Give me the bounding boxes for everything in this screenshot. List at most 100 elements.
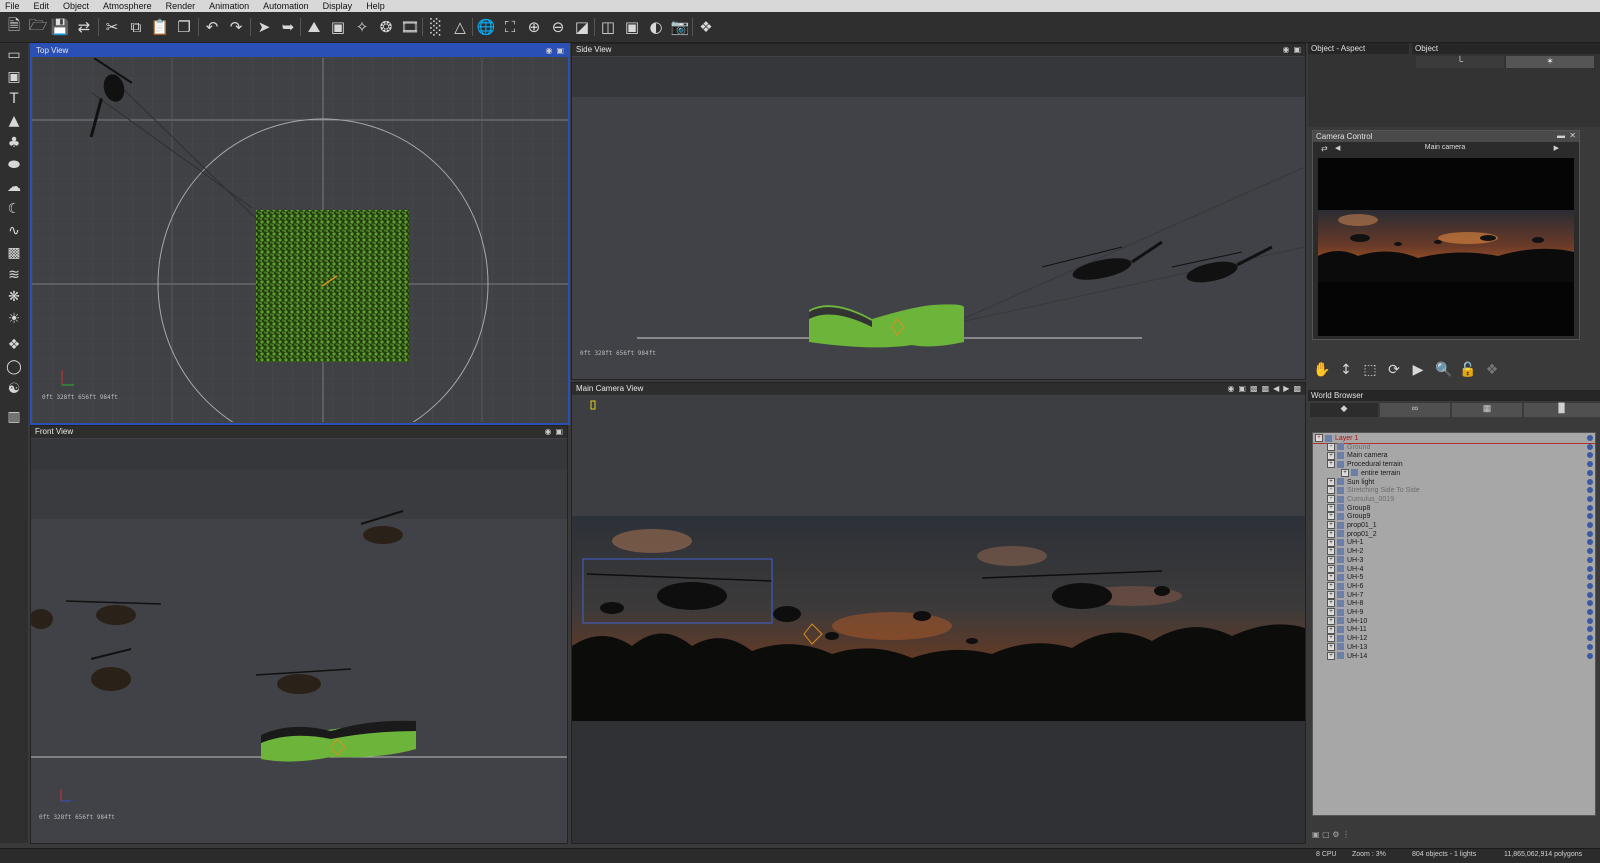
lock-icon[interactable]: 🔓: [1458, 360, 1478, 380]
grid-sphere-icon[interactable]: 🌐: [476, 17, 496, 37]
viewport-render-icon[interactable]: ▣: [556, 45, 564, 57]
rotate-icon[interactable]: ⟳: [1384, 360, 1404, 380]
tree-item[interactable]: + Group9: [1327, 512, 1370, 521]
visibility-icon[interactable]: [1587, 495, 1593, 502]
duplicate-icon[interactable]: ❐: [174, 17, 194, 37]
export-icon[interactable]: ⇄: [74, 17, 94, 37]
spline-icon[interactable]: ∿: [4, 221, 24, 241]
expand-icon[interactable]: +: [1327, 564, 1335, 573]
planet-icon[interactable]: ☾: [4, 199, 24, 219]
visibility-icon[interactable]: [1587, 582, 1593, 589]
tree-item[interactable]: + UH-2: [1327, 547, 1363, 556]
align-icon[interactable]: ░: [426, 17, 446, 37]
visibility-icon[interactable]: [1587, 461, 1593, 468]
tree-item[interactable]: + Procedural terrain: [1327, 460, 1403, 469]
tree-item[interactable]: + UH-12: [1327, 634, 1367, 643]
zoom-out-icon[interactable]: ⊖: [548, 17, 568, 37]
expand-icon[interactable]: +: [1327, 486, 1335, 495]
rock-icon[interactable]: ⬬: [4, 155, 24, 175]
visibility-icon[interactable]: [1587, 556, 1593, 563]
tree-item[interactable]: + UH-8: [1327, 599, 1363, 608]
viewport-nav-right-icon[interactable]: ▶: [1283, 383, 1289, 395]
front-view-viewport[interactable]: Front View ◉ ▣ 0ft 328ft 656ft 984ft: [30, 425, 568, 844]
cube-icon[interactable]: ▣: [4, 67, 24, 87]
side-view-viewport[interactable]: Side View ◉ ▣ 0ft 328ft 656ft 984ft: [571, 43, 1306, 380]
terrain-icon[interactable]: ⛰: [304, 17, 324, 37]
tree-item[interactable]: + Layer 1: [1315, 434, 1358, 443]
new-scene-icon[interactable]: 🗎: [4, 16, 24, 37]
save-icon[interactable]: 💾: [50, 17, 70, 37]
visibility-icon[interactable]: [1587, 548, 1593, 555]
redo-icon[interactable]: ↷: [226, 17, 246, 37]
material-icon[interactable]: ❂: [376, 17, 396, 37]
target-icon[interactable]: ❖: [1482, 360, 1502, 380]
tree-item[interactable]: + prop01_1: [1327, 521, 1377, 530]
expand-icon[interactable]: +: [1327, 555, 1335, 564]
viewport-render-icon[interactable]: ▣: [1238, 383, 1246, 395]
visibility-icon[interactable]: [1587, 539, 1593, 546]
tree-item[interactable]: + UH-14: [1327, 651, 1367, 661]
expand-icon[interactable]: +: [1327, 590, 1335, 599]
expand-icon[interactable]: +: [1315, 434, 1323, 443]
expand-icon[interactable]: +: [1327, 599, 1335, 608]
tree-item[interactable]: + Sun light: [1327, 477, 1374, 487]
visibility-icon[interactable]: [1587, 600, 1593, 607]
dolly-icon[interactable]: ↕: [1336, 360, 1356, 380]
cloud-icon[interactable]: ☁: [4, 177, 24, 197]
menu-display[interactable]: Display: [318, 0, 362, 12]
viewport-render-icon[interactable]: ▣: [555, 426, 563, 438]
viewport-render-icon[interactable]: ▣: [1293, 44, 1301, 56]
visibility-icon[interactable]: [1587, 522, 1593, 528]
next-camera-icon[interactable]: ▶: [1554, 144, 1559, 152]
pan-icon[interactable]: ✋: [1312, 360, 1332, 380]
tree-item[interactable]: + Stretching Side To Side: [1327, 486, 1420, 495]
frame-icon[interactable]: ⬚: [1360, 360, 1380, 380]
cut-icon[interactable]: ✂: [102, 17, 122, 37]
visibility-icon[interactable]: [1587, 617, 1593, 624]
visibility-icon[interactable]: [1587, 530, 1593, 537]
tree-item[interactable]: + Group8: [1327, 503, 1370, 513]
tree-item[interactable]: + UH-5: [1327, 573, 1363, 582]
visibility-icon[interactable]: [1587, 487, 1593, 494]
tree-item[interactable]: + UH-4: [1327, 564, 1363, 574]
zoom-in-icon[interactable]: ⊕: [524, 17, 544, 37]
preview-icon[interactable]: ◐: [646, 17, 666, 37]
viewport-option-icon[interactable]: ▩: [1262, 383, 1270, 395]
aspect-tab-right[interactable]: Object: [1412, 43, 1600, 54]
tree-item[interactable]: + UH-6: [1327, 582, 1363, 591]
tree-item[interactable]: + Main camera: [1327, 451, 1387, 460]
menu-atmosphere[interactable]: Atmosphere: [98, 0, 161, 12]
visibility-icon[interactable]: [1587, 504, 1593, 511]
tab-objects[interactable]: ◆: [1310, 403, 1378, 417]
boolean-icon[interactable]: ☯: [4, 379, 24, 399]
viewport-nav-left-icon[interactable]: ◀: [1273, 383, 1279, 395]
visibility-icon[interactable]: [1587, 643, 1593, 650]
expand-icon[interactable]: +: [1327, 616, 1335, 625]
expand-icon[interactable]: +: [1327, 521, 1335, 530]
tree-item[interactable]: + prop01_2: [1327, 529, 1377, 539]
plant-icon[interactable]: ♣: [4, 133, 24, 153]
visibility-icon[interactable]: [1587, 443, 1593, 450]
expand-icon[interactable]: +: [1327, 495, 1335, 504]
visibility-icon[interactable]: [1587, 435, 1593, 441]
settings-icon[interactable]: ⚙: [1332, 830, 1339, 839]
play-icon[interactable]: ▶: [1408, 360, 1428, 380]
edit-material-icon[interactable]: ✧: [352, 17, 372, 37]
copy-icon[interactable]: ⧉: [126, 17, 146, 37]
zoom-icon[interactable]: 🔍: [1434, 360, 1454, 380]
mountain-icon[interactable]: ▲: [4, 111, 24, 131]
render-area-icon[interactable]: ◫: [598, 17, 618, 37]
menu-edit[interactable]: Edit: [29, 0, 59, 12]
expand-icon[interactable]: +: [1327, 608, 1335, 617]
text-icon[interactable]: T: [4, 89, 24, 109]
menu-animation[interactable]: Animation: [204, 0, 258, 12]
visibility-icon[interactable]: [1587, 513, 1593, 520]
tab-textures[interactable]: ▦: [1452, 403, 1522, 417]
visibility-icon[interactable]: [1587, 574, 1593, 581]
select-icon[interactable]: ➤: [254, 17, 274, 37]
main-camera-viewport[interactable]: Main Camera View ◉ ▣ ▩ ▩ ◀ ▶ ▩: [571, 382, 1306, 844]
tab-layers[interactable]: ▉: [1524, 403, 1600, 417]
delete-icon[interactable]: ▢: [1322, 830, 1330, 839]
camera-render-icon[interactable]: 📷: [670, 17, 690, 37]
tree-item[interactable]: + Ground: [1327, 442, 1370, 452]
